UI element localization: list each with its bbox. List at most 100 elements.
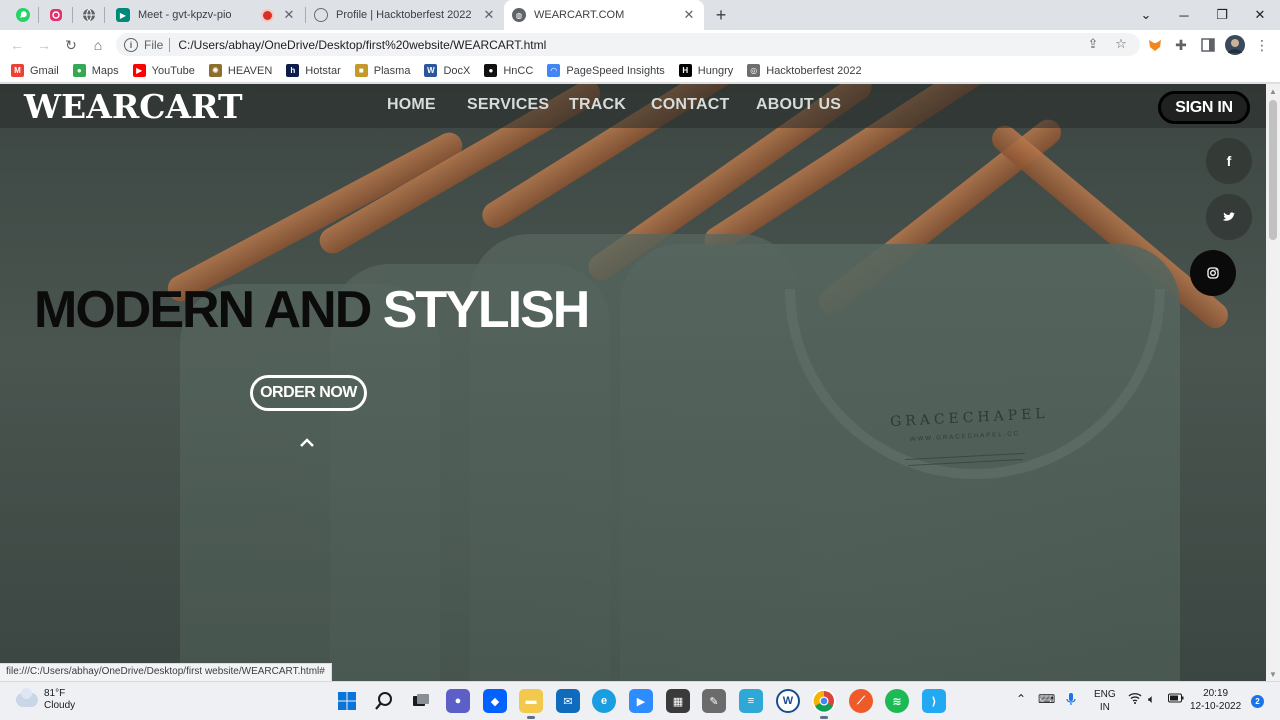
dropbox-icon[interactable]: ◆ [483,689,507,713]
bookmark-hungry[interactable]: H Hungry [678,64,734,77]
wordweb-icon[interactable]: W [776,689,800,713]
hotstar-icon: h [286,64,300,77]
nav-track[interactable]: TRACK [569,96,626,114]
globe-icon [83,8,95,22]
profile-avatar[interactable] [1224,34,1246,56]
cloud-icon [16,688,38,707]
google-meet-icon: ▶ [116,8,130,22]
snipping-tool-icon[interactable]: ✎ [702,689,726,713]
page-scrollbar[interactable]: ▲ ▼ [1266,84,1280,681]
instagram-icon[interactable] [1190,250,1236,296]
close-tab-icon[interactable]: ✕ [682,7,696,22]
mail-icon[interactable]: ✉ [556,689,580,713]
extensions-puzzle-icon[interactable]: ✚ [1170,34,1192,56]
notification-badge[interactable]: 2 [1251,695,1264,708]
globe-pinned-tab[interactable] [77,5,101,25]
system-clock[interactable]: 20:19 12-10-2022 [1190,687,1241,713]
twitter-icon[interactable] [1206,194,1252,240]
battery-icon[interactable] [1168,692,1184,706]
nav-about-us[interactable]: ABOUT US [756,96,841,114]
bookmark-label: Gmail [30,64,59,77]
scroll-up-chevron-icon[interactable] [297,434,317,450]
chrome-icon[interactable] [812,689,836,719]
nav-contact[interactable]: CONTACT [651,96,729,114]
address-bar[interactable]: i File C:/Users/abhay/OneDrive/Desktop/f… [116,33,1140,56]
scrollbar-thumb[interactable] [1269,100,1277,240]
bookmark-hncc[interactable]: ● HnCC [484,64,533,77]
bookmark-star-icon[interactable]: ☆ [1112,35,1130,53]
close-window-button[interactable]: ✕ [1249,4,1271,26]
tab-meet[interactable]: ▶ Meet - gvt-kpzv-pio ✕ [108,2,304,28]
scroll-up-arrow-icon[interactable]: ▲ [1266,84,1280,98]
order-now-button[interactable]: ORDER NOW [250,375,367,411]
bookmark-pagespeed-insights[interactable]: ◠ PageSpeed Insights [547,64,665,77]
bookmark-label: HEAVEN [227,64,273,77]
bookmark-hotstar[interactable]: h Hotstar [286,64,341,77]
zoom-icon[interactable]: ▶ [629,689,653,713]
microsoft-store-icon[interactable]: ▦ [666,689,690,713]
back-button[interactable]: ← [6,34,28,56]
site-logo[interactable]: WEARCART [24,87,243,126]
tab-title: Meet - gvt-kpzv-pio [138,9,232,21]
search-icon[interactable] [372,689,396,713]
bookmark-heaven[interactable]: ✺ HEAVEN [208,64,273,77]
nav-home[interactable]: HOME [387,96,436,114]
wifi-icon[interactable] [1128,692,1142,707]
bookmark-gmail[interactable]: M Gmail [11,64,59,77]
close-tab-icon[interactable]: ✕ [482,7,496,22]
recording-indicator-icon [263,10,272,20]
address-url[interactable]: C:/Users/abhay/OneDrive/Desktop/first%20… [178,38,546,52]
tray-overflow-chevron-icon[interactable]: ⌃ [1016,692,1026,706]
bookmark-label: Hacktoberfest 2022 [766,64,862,77]
tab-hacktoberfest[interactable]: Profile | Hacktoberfest 2022 ✕ [306,2,504,28]
reload-button[interactable]: ↻ [60,34,82,56]
bookmark-youtube[interactable]: ▶ YouTube [132,64,195,77]
microphone-icon[interactable] [1066,692,1076,709]
side-panel-icon[interactable] [1197,34,1219,56]
new-tab-button[interactable]: + [711,5,731,25]
weather-condition: Cloudy [44,700,76,711]
weather-widget[interactable]: 81°F Cloudy [16,688,75,712]
forward-button[interactable]: → [33,34,55,56]
notepad-icon[interactable]: ≡ [739,689,763,713]
site-header: WEARCART HOME SERVICES TRACK CONTACT ABO… [0,84,1266,128]
metamask-extension-icon[interactable] [1144,34,1166,56]
pagespeed-icon: ◠ [547,64,561,77]
nav-services[interactable]: SERVICES [467,96,549,114]
site-info-icon[interactable]: i [124,37,138,52]
instagram-pinned-tab[interactable] [44,5,68,25]
volume-icon[interactable]: 🔈︎ [1148,692,1155,707]
maximize-button[interactable]: ❐ [1211,4,1233,26]
vscode-icon[interactable]: ⟩ [922,689,946,713]
teams-chat-icon[interactable]: ● [446,689,470,713]
postman-icon[interactable]: ⟋ [849,689,873,713]
bookmark-label: Hungry [697,64,734,77]
file-explorer-icon[interactable]: ▬ [519,689,543,719]
keyboard-icon[interactable]: ⌨ [1038,692,1055,706]
task-view-icon[interactable] [409,689,433,713]
bookmark-hacktoberfest-2022[interactable]: ◎ Hacktoberfest 2022 [747,64,862,77]
tab-search-chevron-icon[interactable]: ⌄ [1135,4,1157,26]
minimize-button[interactable]: ─ [1173,4,1195,26]
bookmark-docx[interactable]: W DocX [424,64,470,77]
bookmark-plasma[interactable]: ■ Plasma [354,64,410,77]
tab-title: Profile | Hacktoberfest 2022 [336,9,472,21]
facebook-icon[interactable]: f [1206,138,1252,184]
windows-start-icon[interactable] [335,689,359,713]
share-icon[interactable]: ⇪ [1084,35,1102,53]
edge-icon[interactable]: e [592,689,616,713]
scroll-down-arrow-icon[interactable]: ▼ [1266,667,1280,681]
sign-in-button[interactable]: SIGN IN [1158,91,1250,124]
whatsapp-pinned-tab[interactable] [11,5,35,25]
bookmark-maps[interactable]: ● Maps [72,64,119,77]
language-indicator[interactable]: ENG IN [1094,688,1116,714]
hncc-icon: ● [484,64,498,77]
weather-temp: 81°F [44,688,66,699]
close-tab-icon[interactable]: ✕ [282,7,296,22]
tab-wearcart[interactable]: ◍ WEARCART.COM ✕ [504,0,704,30]
address-separator [169,37,171,52]
chrome-menu-icon[interactable]: ⋮ [1251,34,1273,56]
spotify-icon[interactable]: ≋ [885,689,909,713]
language-line2: IN [1099,702,1110,713]
home-button[interactable]: ⌂ [87,34,109,56]
